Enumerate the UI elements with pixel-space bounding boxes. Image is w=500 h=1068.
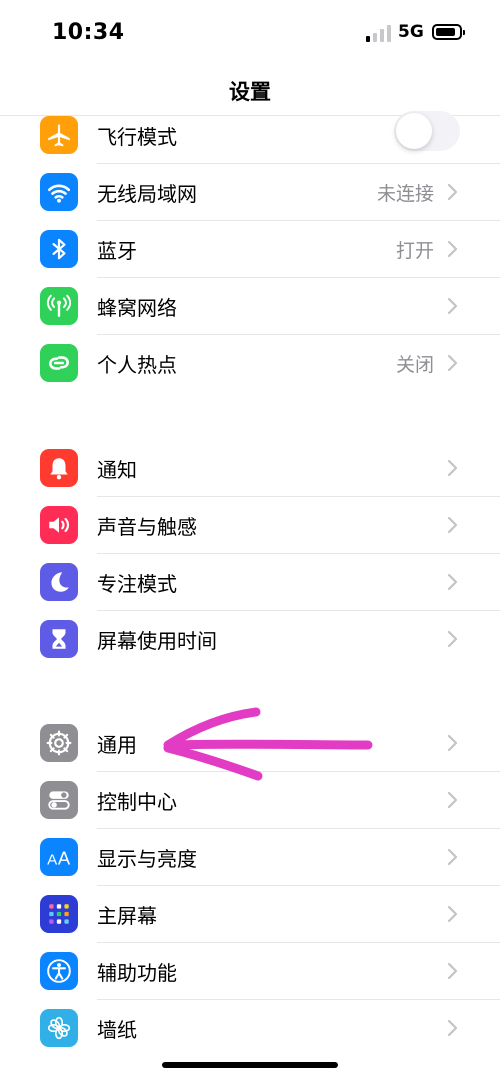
settings-row-focus[interactable]: 专注模式 bbox=[0, 554, 500, 611]
text-size-icon: AA bbox=[40, 838, 78, 876]
accessibility-icon bbox=[40, 952, 78, 990]
settings-row-control-center[interactable]: 控制中心 bbox=[0, 772, 500, 829]
row-label: 主屏幕 bbox=[97, 904, 157, 928]
row-label: 通知 bbox=[97, 458, 137, 482]
chevron-right-icon bbox=[447, 962, 458, 980]
settings-row-general[interactable]: 通用 bbox=[0, 715, 500, 772]
chevron-right-icon bbox=[447, 791, 458, 809]
chevron-right-icon bbox=[447, 734, 458, 752]
wifi-icon bbox=[40, 173, 78, 211]
svg-text:A: A bbox=[58, 848, 71, 869]
row-value: 打开 bbox=[395, 240, 434, 262]
speaker-icon bbox=[40, 506, 78, 544]
row-label: 墙纸 bbox=[97, 1018, 137, 1042]
bell-icon bbox=[40, 449, 78, 487]
settings-row-notifications[interactable]: 通知 bbox=[0, 440, 500, 497]
chevron-right-icon bbox=[447, 905, 458, 923]
signal-icon bbox=[366, 24, 392, 42]
settings-row-hotspot[interactable]: 个人热点 关闭 bbox=[0, 335, 500, 392]
row-label: 显示与亮度 bbox=[97, 847, 197, 871]
settings-row-wifi[interactable]: 无线局域网 未连接 bbox=[0, 164, 500, 221]
settings-row-sounds[interactable]: 声音与触感 bbox=[0, 497, 500, 554]
moon-icon bbox=[40, 563, 78, 601]
row-label: 通用 bbox=[97, 733, 137, 757]
link-icon bbox=[40, 344, 78, 382]
row-label: 控制中心 bbox=[97, 790, 177, 814]
gear-icon bbox=[40, 724, 78, 762]
row-label: 专注模式 bbox=[97, 572, 177, 596]
airplane-mode-toggle[interactable] bbox=[394, 111, 460, 151]
settings-row-home-screen[interactable]: 主屏幕 bbox=[0, 886, 500, 943]
settings-row-cellular[interactable]: 蜂窝网络 bbox=[0, 278, 500, 335]
settings-row-accessibility[interactable]: 辅助功能 bbox=[0, 943, 500, 1000]
chevron-right-icon bbox=[447, 183, 458, 201]
clock: 10:34 bbox=[52, 20, 125, 45]
antenna-icon bbox=[40, 287, 78, 325]
row-value: 未连接 bbox=[376, 183, 434, 205]
chevron-right-icon bbox=[447, 354, 458, 372]
svg-text:A: A bbox=[47, 852, 58, 869]
chevron-right-icon bbox=[447, 573, 458, 591]
row-label: 屏幕使用时间 bbox=[97, 629, 217, 653]
chevron-right-icon bbox=[447, 848, 458, 866]
flower-icon bbox=[40, 1009, 78, 1047]
home-indicator bbox=[162, 1062, 338, 1068]
row-label: 无线局域网 bbox=[97, 182, 197, 206]
page-title: 设置 bbox=[229, 80, 271, 104]
chevron-right-icon bbox=[447, 1019, 458, 1037]
switches-icon bbox=[40, 781, 78, 819]
row-label: 个人热点 bbox=[97, 353, 177, 377]
settings-row-display[interactable]: A A 显示与亮度 bbox=[0, 829, 500, 886]
hourglass-icon bbox=[40, 620, 78, 658]
battery-icon bbox=[432, 24, 465, 40]
settings-row-airplane[interactable]: 飞行模式 bbox=[0, 107, 500, 164]
row-label: 飞行模式 bbox=[97, 125, 177, 149]
row-label: 辅助功能 bbox=[97, 961, 177, 985]
airplane-icon bbox=[40, 116, 78, 154]
chevron-right-icon bbox=[447, 516, 458, 534]
row-label: 蜂窝网络 bbox=[97, 296, 177, 320]
grid-icon bbox=[40, 895, 78, 933]
row-label: 蓝牙 bbox=[97, 239, 137, 263]
settings-row-bluetooth[interactable]: 蓝牙 打开 bbox=[0, 221, 500, 278]
bluetooth-icon bbox=[40, 230, 78, 268]
toggle-knob bbox=[396, 113, 432, 149]
chevron-right-icon bbox=[447, 297, 458, 315]
chevron-right-icon bbox=[447, 630, 458, 648]
network-type: 5G bbox=[398, 22, 424, 42]
row-value: 关闭 bbox=[395, 354, 434, 376]
chevron-right-icon bbox=[447, 240, 458, 258]
settings-row-screen-time[interactable]: 屏幕使用时间 bbox=[0, 611, 500, 668]
chevron-right-icon bbox=[447, 459, 458, 477]
row-label: 声音与触感 bbox=[97, 515, 197, 539]
status-bar: 10:34 5G bbox=[0, 0, 500, 66]
settings-row-wallpaper[interactable]: 墙纸 bbox=[0, 1000, 500, 1057]
